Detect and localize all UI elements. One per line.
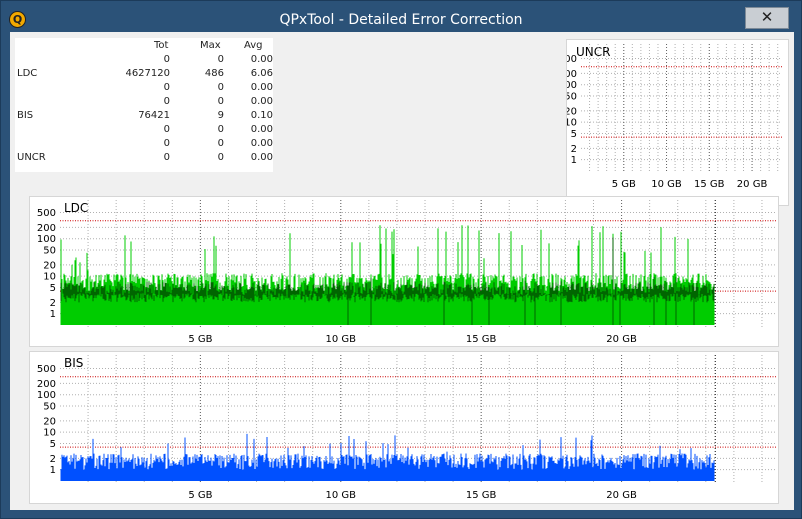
stat-label: LDC: [17, 68, 38, 79]
ldc-chart: LDC 500 200 100 50 20 10 5 2 1 5 GB 10 GB 15 GB 20 G…: [29, 196, 779, 347]
stat-avg: 6.06: [250, 68, 273, 79]
stat-avg: 0.00: [250, 96, 273, 107]
y-tick-label: 2: [50, 298, 56, 309]
stat-max: 0: [217, 96, 224, 107]
stat-max: 0: [217, 124, 224, 135]
y-tick-label: 50: [43, 245, 56, 256]
bis-bars: [60, 433, 715, 481]
stat-avg: 0.00: [250, 124, 273, 135]
stat-label: UNCR: [17, 152, 46, 163]
y-tick-label: 500: [37, 208, 56, 219]
y-tick-label: 50: [43, 401, 56, 412]
x-tick-label: 15 GB: [466, 334, 497, 345]
y-tick-label: 10: [567, 118, 577, 129]
uncr-chart: UNCR 5002001005020105215 GB10 GB15 GB20 …: [566, 39, 789, 206]
stat-tot: 0: [163, 124, 170, 135]
y-tick-label: 20: [43, 416, 56, 427]
x-tick-label: 20 GB: [606, 490, 637, 501]
bis-chart: BIS 500 200 100 50 20 10 5 2 1 5 GB 10 GB 15 GB 20 G…: [29, 351, 779, 504]
y-tick-label: 10: [43, 272, 56, 283]
y-tick-label: 5: [571, 129, 577, 140]
stat-max: 9: [217, 110, 224, 121]
y-tick-label: 5: [50, 283, 56, 294]
y-tick-label: 100: [37, 390, 56, 401]
stats-table: Tot Max Avg 0 0 0.00 LDC 4627120 486 6.06 0 0 0.0…: [15, 38, 273, 172]
x-tick-label: 15 GB: [694, 179, 725, 190]
stat-tot: 4627120: [125, 68, 170, 79]
stat-tot: 0: [163, 54, 170, 65]
x-tick-label: 10 GB: [651, 179, 682, 190]
x-tick-label: 5 GB: [188, 334, 212, 345]
stat-avg: 0.00: [250, 138, 273, 149]
client-area: Tot Max Avg 0 0 0.00 LDC 4627120 486 6.06 0 0 0.0…: [10, 32, 794, 510]
stat-max: 0: [217, 54, 224, 65]
stat-tot: 76421: [138, 110, 170, 121]
close-button[interactable]: ✕: [745, 7, 789, 29]
ldc-bars: [60, 225, 715, 325]
stat-tot: 0: [163, 152, 170, 163]
x-tick-label: 5 GB: [612, 179, 636, 190]
y-tick-label: 5: [50, 439, 56, 450]
x-tick-label: 10 GB: [326, 490, 357, 501]
app-window: Q QPxTool - Detailed Error Correction ✕ …: [0, 0, 802, 519]
uncr-chart-plot: 5002001005020105215 GB10 GB15 GB20 GB: [567, 44, 782, 190]
y-tick-label: 500: [567, 54, 577, 65]
x-tick-label: 20 GB: [606, 334, 637, 345]
stat-label: BIS: [17, 110, 34, 121]
y-tick-label: 500: [37, 364, 56, 375]
stat-avg: 0.00: [250, 82, 273, 93]
x-tick-label: 10 GB: [326, 334, 357, 345]
y-tick-label: 10: [43, 428, 56, 439]
stat-max: 0: [217, 152, 224, 163]
stat-max: 0: [217, 138, 224, 149]
y-tick-label: 200: [37, 223, 56, 234]
y-tick-label: 100: [567, 80, 577, 91]
y-tick-label: 1: [571, 155, 577, 166]
stat-max: 486: [204, 68, 224, 79]
stat-max: 0: [217, 82, 224, 93]
stat-tot: 0: [163, 138, 170, 149]
stat-avg: 0.00: [250, 152, 273, 163]
y-tick-label: 200: [37, 379, 56, 390]
window-title: QPxTool - Detailed Error Correction: [279, 12, 523, 28]
stat-tot: 0: [163, 96, 170, 107]
y-tick-label: 20: [43, 260, 56, 271]
header-max: Max: [200, 40, 221, 51]
y-tick-label: 2: [571, 144, 577, 155]
y-tick-label: 200: [567, 69, 577, 80]
header-tot: Tot: [154, 40, 169, 51]
stat-avg: 0.00: [250, 54, 273, 65]
y-tick-label: 100: [37, 234, 56, 245]
x-tick-label: 20 GB: [737, 179, 768, 190]
y-tick-label: 1: [50, 465, 56, 476]
x-tick-label: 15 GB: [466, 490, 497, 501]
y-tick-label: 1: [50, 309, 56, 320]
ldc-chart-plot: 5002001005020105215 GB 10 GB 15 GB 20 GB: [37, 200, 776, 345]
y-tick-label: 2: [50, 454, 56, 465]
y-tick-label: 50: [567, 91, 577, 102]
stat-tot: 0: [163, 82, 170, 93]
header-avg: Avg: [244, 40, 263, 51]
y-tick-label: 20: [567, 106, 577, 117]
x-tick-label: 5 GB: [188, 490, 212, 501]
bis-chart-plot: 5002001005020105215 GB 10 GB 15 GB 20 GB: [37, 355, 776, 501]
stat-avg: 0.10: [250, 110, 273, 121]
